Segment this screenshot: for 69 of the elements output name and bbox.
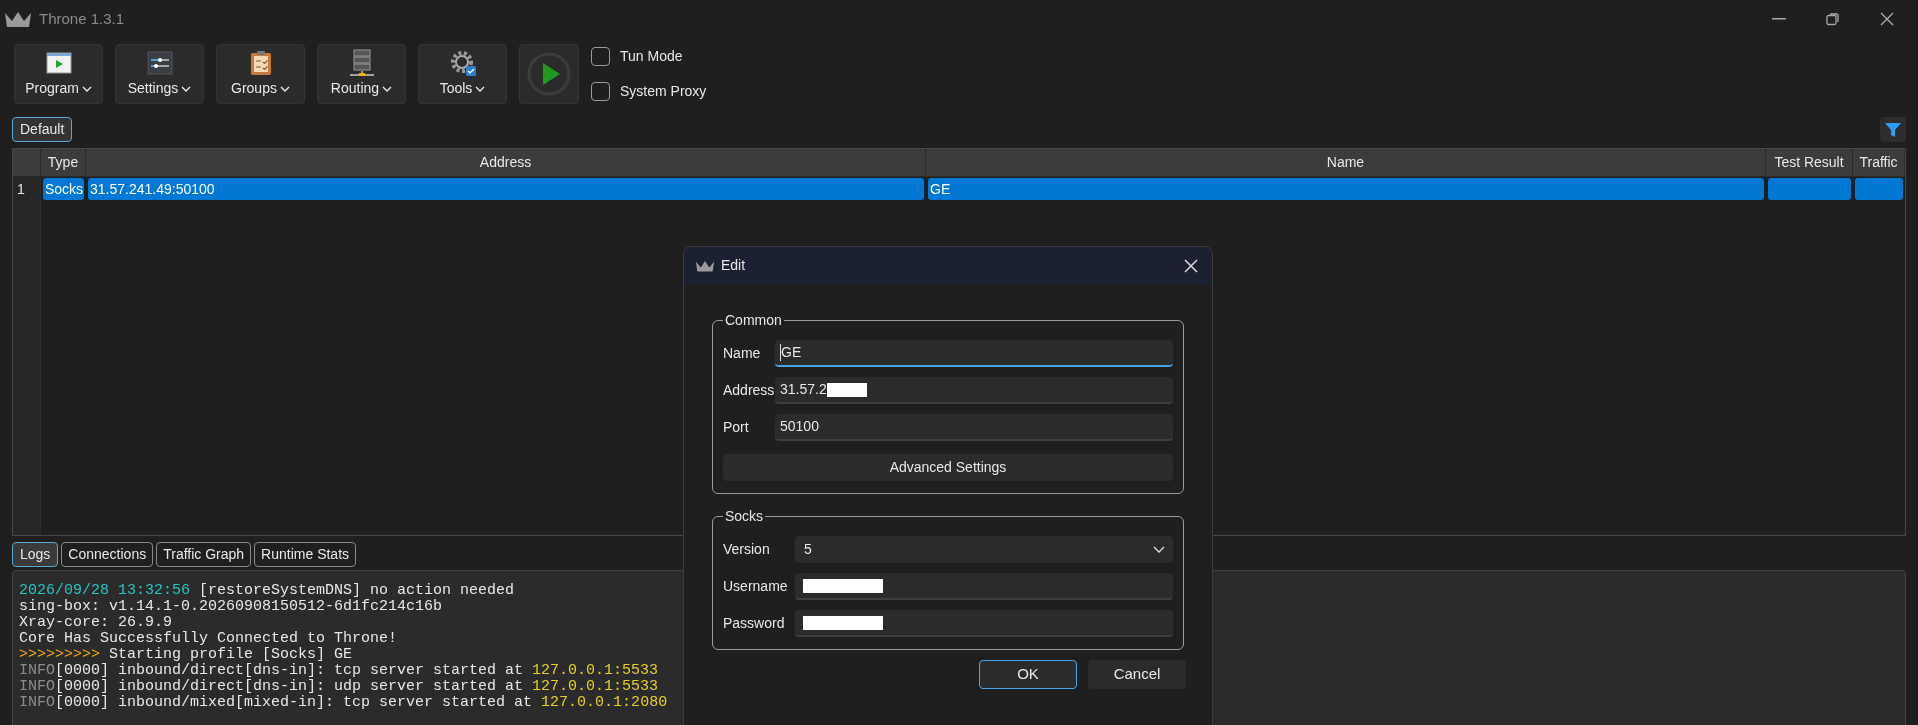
input-field[interactable] bbox=[795, 573, 1173, 600]
advanced-settings-button[interactable]: Advanced Settings bbox=[723, 454, 1173, 481]
column-header[interactable]: Traffic bbox=[1859, 152, 1898, 173]
window-icon bbox=[45, 52, 72, 74]
gear-icon bbox=[448, 49, 477, 77]
log-line: INFO[0000] inbound/direct[dns-in]: udp server started at 127.0.0.1:5533 bbox=[19, 679, 659, 695]
checkbox[interactable] bbox=[591, 47, 610, 66]
input-field[interactable] bbox=[795, 610, 1173, 637]
caret-icon bbox=[475, 85, 486, 92]
log-line: 2026/09/28 13:32:56 [restoreSystemDNS] no action needed bbox=[19, 583, 515, 599]
toolbar-button[interactable]: Groups bbox=[216, 44, 305, 104]
tab[interactable]: Connections bbox=[61, 542, 154, 567]
input-field[interactable]: 31.57.2 bbox=[775, 377, 1173, 404]
log-line: INFO[0000] inbound/direct[dns-in]: tcp server started at 127.0.0.1:5533 bbox=[19, 663, 659, 679]
input-field[interactable]: GE bbox=[775, 340, 1173, 367]
filter-icon bbox=[1884, 120, 1902, 139]
toolbar-button[interactable]: Program bbox=[14, 44, 103, 104]
field-label: Version bbox=[723, 540, 771, 559]
close-icon[interactable] bbox=[1880, 12, 1894, 26]
input-field[interactable]: 50100 bbox=[775, 414, 1173, 441]
caret-icon bbox=[81, 85, 92, 92]
tab[interactable]: Logs bbox=[12, 542, 59, 567]
row-number: 1 bbox=[17, 179, 25, 199]
window-title: Throne 1.3.1 bbox=[39, 8, 125, 29]
start-button[interactable] bbox=[519, 44, 579, 104]
log-line: Core Has Successfully Connected to Throne! bbox=[19, 631, 398, 647]
dialog-button[interactable]: Cancel bbox=[1088, 660, 1186, 689]
version-dropdown[interactable]: 5 bbox=[795, 536, 1173, 563]
server-rack-icon bbox=[347, 49, 376, 77]
group-title: Socks bbox=[724, 507, 765, 526]
restore-icon[interactable] bbox=[1826, 12, 1840, 26]
table-cell: 31.57.241.49:50100 bbox=[88, 178, 924, 200]
toolbar-button[interactable]: Tools bbox=[418, 44, 507, 104]
caret-icon bbox=[181, 85, 192, 92]
log-line: Xray-core: 26.9.9 bbox=[19, 615, 173, 631]
dialog-button[interactable]: OK bbox=[979, 660, 1077, 689]
field-label: Port bbox=[723, 418, 750, 437]
log-line: INFO[0000] inbound/mixed[mixed-in]: tcp server started at 127.0.0.1:2080 bbox=[19, 695, 668, 711]
log-line: >>>>>>>>> Starting profile [Socks] GE bbox=[19, 647, 353, 663]
toolbar-button[interactable]: Routing bbox=[317, 44, 406, 104]
field-label: Password bbox=[723, 614, 786, 633]
field-label: Name bbox=[723, 344, 762, 363]
table-cell bbox=[1855, 178, 1903, 200]
column-header[interactable]: Type bbox=[47, 152, 79, 173]
tab[interactable]: Traffic Graph bbox=[156, 542, 252, 567]
chevron-down-icon bbox=[1153, 545, 1165, 554]
log-line: sing-box: v1.14.1-0.20260908150512-6d1fc214c16b bbox=[19, 599, 443, 615]
table-cell: GE bbox=[928, 178, 1764, 200]
column-header[interactable]: Test Result bbox=[1774, 152, 1844, 173]
caret-icon bbox=[279, 85, 290, 92]
toolbar-button[interactable]: Settings bbox=[115, 44, 204, 104]
dialog-title: Edit bbox=[721, 256, 746, 275]
sliders-icon bbox=[146, 51, 173, 75]
field-label: Address bbox=[723, 381, 775, 400]
filter-button[interactable] bbox=[1880, 117, 1906, 142]
play-icon bbox=[527, 52, 571, 96]
tab[interactable]: Runtime Stats bbox=[254, 542, 357, 567]
table-cell: Socks bbox=[43, 178, 84, 200]
column-header[interactable]: Name bbox=[1326, 152, 1365, 173]
minimize-icon[interactable] bbox=[1772, 18, 1786, 20]
group-tab[interactable]: Default bbox=[12, 117, 73, 142]
clipboard-icon bbox=[249, 50, 272, 76]
column-header[interactable]: Address bbox=[479, 152, 532, 173]
caret-icon bbox=[382, 85, 393, 92]
checkbox-label: Tun Mode bbox=[620, 47, 683, 66]
field-label: Username bbox=[723, 577, 789, 596]
group-title: Common bbox=[724, 311, 783, 330]
checkbox[interactable] bbox=[591, 82, 610, 101]
checkbox-label: System Proxy bbox=[620, 82, 707, 101]
